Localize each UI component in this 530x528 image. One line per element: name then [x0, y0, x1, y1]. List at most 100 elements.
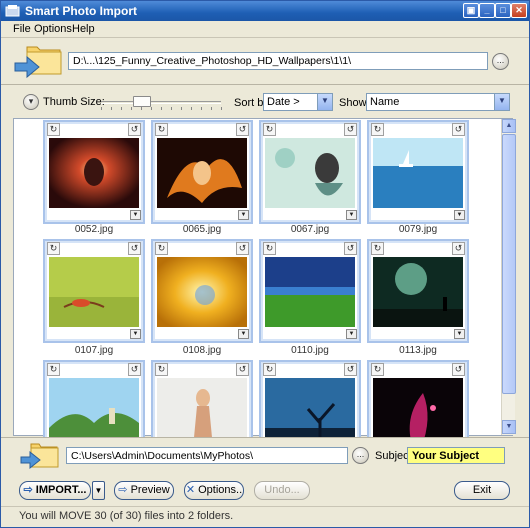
preview-button[interactable]: ⇨ Preview — [114, 481, 174, 500]
preview-button-label: Preview — [130, 484, 170, 496]
source-folder-icon[interactable] — [13, 43, 65, 81]
sort-by-value: Date > — [267, 96, 300, 108]
slider-tick — [201, 107, 202, 110]
rotate-left-icon[interactable]: ↻ — [371, 123, 384, 136]
rotate-right-icon[interactable]: ↺ — [344, 123, 357, 136]
menu-options[interactable]: Options — [34, 23, 72, 35]
exit-button[interactable]: Exit — [454, 481, 510, 500]
scroll-up-icon[interactable]: ▲ — [502, 119, 516, 133]
subject-input[interactable]: Your Subject — [407, 447, 505, 464]
rotate-left-icon[interactable]: ↻ — [371, 242, 384, 255]
thumbnail-card[interactable]: ↻ ↺ ▼ — [43, 120, 145, 224]
thumb-size-slider-track[interactable] — [101, 101, 221, 104]
import-icon: ⇨ — [23, 484, 36, 496]
status-bar: You will MOVE 30 (of 30) files into 2 fo… — [1, 506, 529, 527]
import-button-label: IMPORT... — [35, 484, 87, 496]
rotate-left-icon[interactable]: ↻ — [263, 123, 276, 136]
undo-button[interactable]: Undo... — [254, 481, 310, 500]
thumbnail-menu-button[interactable]: ▼ — [238, 210, 249, 220]
rotate-right-icon[interactable]: ↺ — [344, 242, 357, 255]
thumbnail-menu-button[interactable]: ▼ — [130, 329, 141, 339]
thumbnail-menu-button[interactable]: ▼ — [454, 329, 465, 339]
slider-tick — [171, 107, 172, 110]
rotate-right-icon[interactable]: ↺ — [452, 123, 465, 136]
rotate-left-icon[interactable]: ↻ — [263, 363, 276, 376]
menu-help[interactable]: Help — [72, 23, 95, 35]
import-options-button[interactable]: ▼ — [92, 481, 105, 500]
sort-by-select[interactable]: Date > ▼ — [263, 93, 333, 111]
restore-icon[interactable]: ▣ — [463, 3, 479, 18]
woman-headphones-image — [265, 138, 355, 208]
show-select[interactable]: Name ▼ — [366, 93, 510, 111]
rotate-right-icon[interactable]: ↺ — [128, 242, 141, 255]
destination-folder-icon[interactable] — [19, 441, 61, 471]
minimize-icon[interactable]: _ — [479, 3, 495, 18]
rotate-right-icon[interactable]: ↺ — [236, 123, 249, 136]
rotate-right-icon[interactable]: ↺ — [344, 363, 357, 376]
thumbnail-card[interactable]: ↻ ↺ ▼ — [43, 239, 145, 343]
rotate-left-icon[interactable]: ↻ — [155, 242, 168, 255]
title-bar[interactable]: Smart Photo Import ▣ _ □ ✕ — [1, 1, 529, 21]
slider-tick — [111, 107, 112, 110]
rotate-left-icon[interactable]: ↻ — [155, 363, 168, 376]
slider-tick — [151, 107, 152, 110]
woman-fire-image — [157, 138, 247, 208]
rotate-left-icon[interactable]: ↻ — [47, 242, 60, 255]
rotate-left-icon[interactable]: ↻ — [155, 123, 168, 136]
thumbnail-menu-button[interactable]: ▼ — [346, 210, 357, 220]
chevron-down-icon[interactable]: ▼ — [494, 94, 509, 110]
show-label: Show — [339, 97, 367, 109]
import-button[interactable]: ⇨ IMPORT... — [19, 481, 91, 500]
destination-path-field[interactable]: C:\Users\Admin\Documents\MyPhotos\ — [66, 447, 348, 464]
abstract-burst-image — [157, 257, 247, 327]
rotate-right-icon[interactable]: ↺ — [236, 242, 249, 255]
rotate-right-icon[interactable]: ↺ — [452, 242, 465, 255]
maximize-icon[interactable]: □ — [495, 3, 511, 18]
thumbnail-card[interactable]: ↻ ↺ ▼ — [367, 239, 469, 343]
thumbnail-menu-button[interactable]: ▼ — [130, 210, 141, 220]
slider-tick — [101, 107, 102, 110]
options-icon: ✕ — [185, 484, 199, 496]
rotate-right-icon[interactable]: ↺ — [128, 123, 141, 136]
thumbnail-menu-button[interactable]: ▼ — [238, 329, 249, 339]
window-title: Smart Photo Import — [25, 4, 138, 18]
thumbnail-filename: 0107.jpg — [74, 345, 114, 356]
thumbnail-menu-button[interactable]: ▼ — [454, 210, 465, 220]
rotate-left-icon[interactable]: ↻ — [371, 363, 384, 376]
menu-file[interactable]: File — [13, 23, 31, 35]
slider-tick — [221, 107, 222, 110]
rotate-right-icon[interactable]: ↺ — [452, 363, 465, 376]
rotate-left-icon[interactable]: ↻ — [263, 242, 276, 255]
thumbnail-filename: 0065.jpg — [182, 224, 222, 235]
thumbnail-card[interactable]: ↻ ↺ ▼ — [259, 120, 361, 224]
chevron-down-icon[interactable]: ▼ — [317, 94, 332, 110]
close-icon[interactable]: ✕ — [511, 3, 527, 18]
options-button[interactable]: ✕ Options.. — [184, 481, 244, 500]
thumbnail-card[interactable]: ↻ ↺ ▼ — [259, 239, 361, 343]
vertical-scrollbar[interactable]: ▲ ▼ — [501, 119, 516, 435]
collapse-toggle-button[interactable]: ▾ — [23, 94, 39, 110]
destination-browse-button[interactable]: ... — [352, 447, 369, 464]
thumbnail-card[interactable]: ↻ ↺ ▼ — [367, 120, 469, 224]
rotate-left-icon[interactable]: ↻ — [47, 123, 60, 136]
scroll-down-icon[interactable]: ▼ — [502, 420, 516, 434]
scrollbar-thumb[interactable] — [502, 134, 516, 394]
thumbnail-card[interactable]: ↻ ↺ ▼ — [151, 239, 253, 343]
slider-tick — [191, 107, 192, 110]
source-browse-button[interactable]: ... — [492, 53, 509, 70]
rotate-right-icon[interactable]: ↺ — [236, 363, 249, 376]
source-path-field[interactable]: D:\...\125_Funny_Creative_Photoshop_HD_W… — [68, 52, 488, 70]
planet-figure-image — [373, 257, 463, 327]
thumbnail-filename: 0067.jpg — [290, 224, 330, 235]
show-value: Name — [370, 96, 400, 108]
slider-tick — [141, 107, 142, 110]
rotate-right-icon[interactable]: ↺ — [128, 363, 141, 376]
rotate-left-icon[interactable]: ↻ — [47, 363, 60, 376]
chameleon-image — [49, 257, 139, 327]
thumbnail-card[interactable]: ↻ ↺ ▼ — [151, 120, 253, 224]
underwater-boat-image — [373, 138, 463, 208]
slider-tick — [211, 107, 212, 110]
app-icon — [5, 5, 20, 17]
thumbnail-menu-button[interactable]: ▼ — [346, 329, 357, 339]
thumb-size-slider-handle[interactable] — [133, 96, 151, 107]
